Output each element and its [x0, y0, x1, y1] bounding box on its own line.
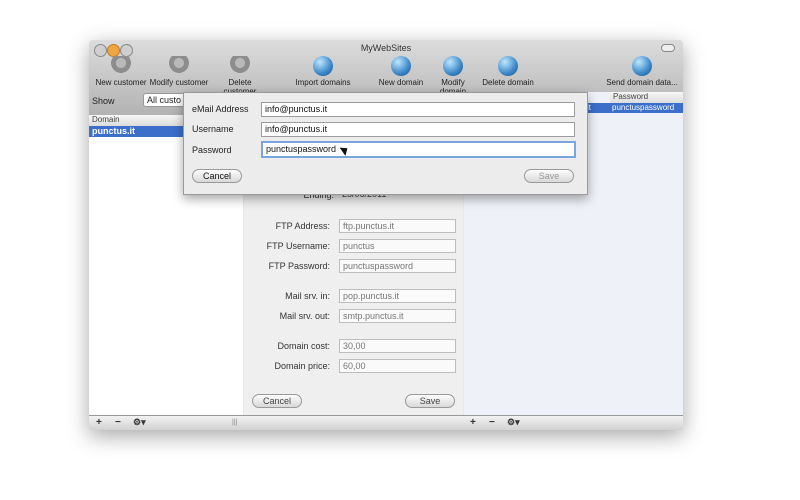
email-label: eMail Address — [192, 104, 249, 114]
mail-in-label: Mail srv. in: — [285, 291, 330, 301]
login-sheet: eMail Address info@punctus.it Username i… — [183, 92, 588, 195]
person-delete-icon — [230, 56, 250, 76]
domain-cost-field[interactable]: 30,00 — [339, 339, 456, 353]
modify-customer-button[interactable]: Modify customer — [149, 56, 209, 87]
modify-customer-label: Modify customer — [149, 78, 209, 87]
mail-out-label: Mail srv. out: — [279, 311, 330, 321]
ftp-password-label: FTP Password: — [268, 261, 330, 271]
ftp-address-label: FTP Address: — [275, 221, 330, 231]
person-edit-icon — [169, 56, 189, 76]
domain-cost-label: Domain cost: — [277, 341, 330, 351]
delete-domain-button[interactable]: Delete domain — [482, 56, 534, 87]
password-label: Password — [192, 145, 232, 155]
delete-customer-button[interactable]: Delete customer — [211, 56, 269, 96]
username-label: Username — [192, 124, 234, 134]
show-label: Show — [92, 96, 115, 106]
sheet-cancel-button[interactable]: Cancel — [192, 169, 242, 183]
cancel-button[interactable]: Cancel — [252, 394, 302, 408]
split-grip[interactable]: ||| — [232, 419, 237, 426]
globe-add-icon — [391, 56, 411, 76]
new-domain-label: New domain — [378, 78, 424, 87]
import-domains-label: Import domains — [295, 78, 351, 87]
password-field[interactable]: punctuspassword — [261, 141, 576, 158]
ftp-password-field[interactable]: punctuspassword — [339, 259, 456, 273]
domain-price-label: Domain price: — [274, 361, 330, 371]
globe-edit-icon — [443, 56, 463, 76]
modify-domain-button[interactable]: Modify domain — [427, 56, 479, 96]
import-domains-button[interactable]: Import domains — [294, 56, 352, 87]
bottom-bar: + − ⚙▾ ||| + − ⚙▾ — [89, 415, 683, 430]
add-button-right[interactable]: + — [470, 417, 476, 428]
delete-domain-label: Delete domain — [482, 78, 534, 87]
toolbar-toggle-button[interactable] — [661, 44, 675, 52]
ftp-username-label: FTP Username: — [266, 241, 330, 251]
person-add-icon — [111, 56, 131, 76]
add-button[interactable]: + — [96, 417, 102, 428]
new-customer-button[interactable]: New customer — [93, 56, 149, 87]
username-field[interactable]: info@punctus.it — [261, 122, 575, 137]
sheet-save-button[interactable]: Save — [524, 169, 574, 183]
send-domain-data-label: Send domain data... — [606, 78, 678, 87]
row-password: punctuspassword — [612, 103, 675, 112]
mail-out-field[interactable]: smtp.punctus.it — [339, 309, 456, 323]
email-field[interactable]: info@punctus.it — [261, 102, 575, 117]
globe-delete-icon — [498, 56, 518, 76]
ftp-address-field[interactable]: ftp.punctus.it — [339, 219, 456, 233]
globe-send-icon — [632, 56, 652, 76]
new-customer-label: New customer — [95, 78, 147, 87]
ftp-username-field[interactable]: punctus — [339, 239, 456, 253]
mail-in-field[interactable]: pop.punctus.it — [339, 289, 456, 303]
globe-import-icon — [313, 56, 333, 76]
action-menu-button-right[interactable]: ⚙▾ — [507, 417, 520, 428]
send-domain-data-button[interactable]: Send domain data... — [606, 56, 678, 87]
save-button[interactable]: Save — [405, 394, 455, 408]
remove-button-right[interactable]: − — [489, 417, 495, 428]
window-title: MyWebSites — [360, 43, 412, 53]
new-domain-button[interactable]: New domain — [377, 56, 425, 87]
domain-price-field[interactable]: 60,00 — [339, 359, 456, 373]
action-menu-button[interactable]: ⚙▾ — [133, 417, 146, 428]
remove-button[interactable]: − — [115, 417, 121, 428]
